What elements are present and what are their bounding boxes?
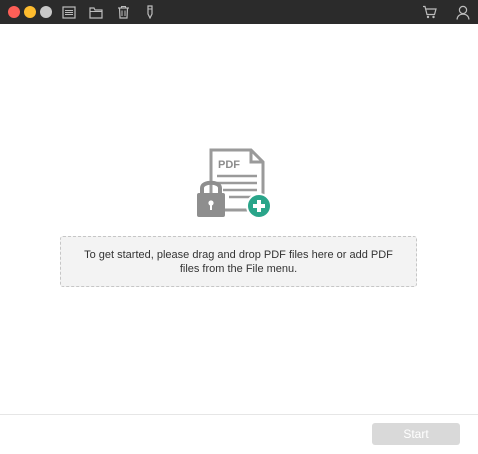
close-window-button[interactable]: [8, 6, 20, 18]
list-button[interactable]: [61, 4, 77, 20]
trash-icon: [117, 6, 129, 19]
store-button[interactable]: [421, 4, 437, 20]
user-icon: [456, 5, 470, 20]
list-icon: [62, 5, 76, 19]
footer-bar: Start: [0, 414, 478, 454]
account-button[interactable]: [455, 4, 471, 20]
drop-zone-message: To get started, please drag and drop PDF…: [84, 248, 393, 275]
title-bar: [0, 0, 478, 24]
pen-icon: [147, 5, 153, 19]
open-folder-button[interactable]: [88, 4, 104, 20]
start-button[interactable]: Start: [372, 423, 460, 445]
edit-button[interactable]: [142, 4, 158, 20]
drop-zone[interactable]: To get started, please drag and drop PDF…: [60, 236, 417, 287]
delete-button[interactable]: [115, 4, 131, 20]
minimize-window-button[interactable]: [24, 6, 36, 18]
zoom-window-button[interactable]: [40, 6, 52, 18]
pdf-lock-add-icon: PDF: [193, 148, 275, 222]
folder-icon: [89, 6, 103, 19]
pdf-label: PDF: [218, 159, 240, 171]
cart-icon: [422, 5, 437, 19]
